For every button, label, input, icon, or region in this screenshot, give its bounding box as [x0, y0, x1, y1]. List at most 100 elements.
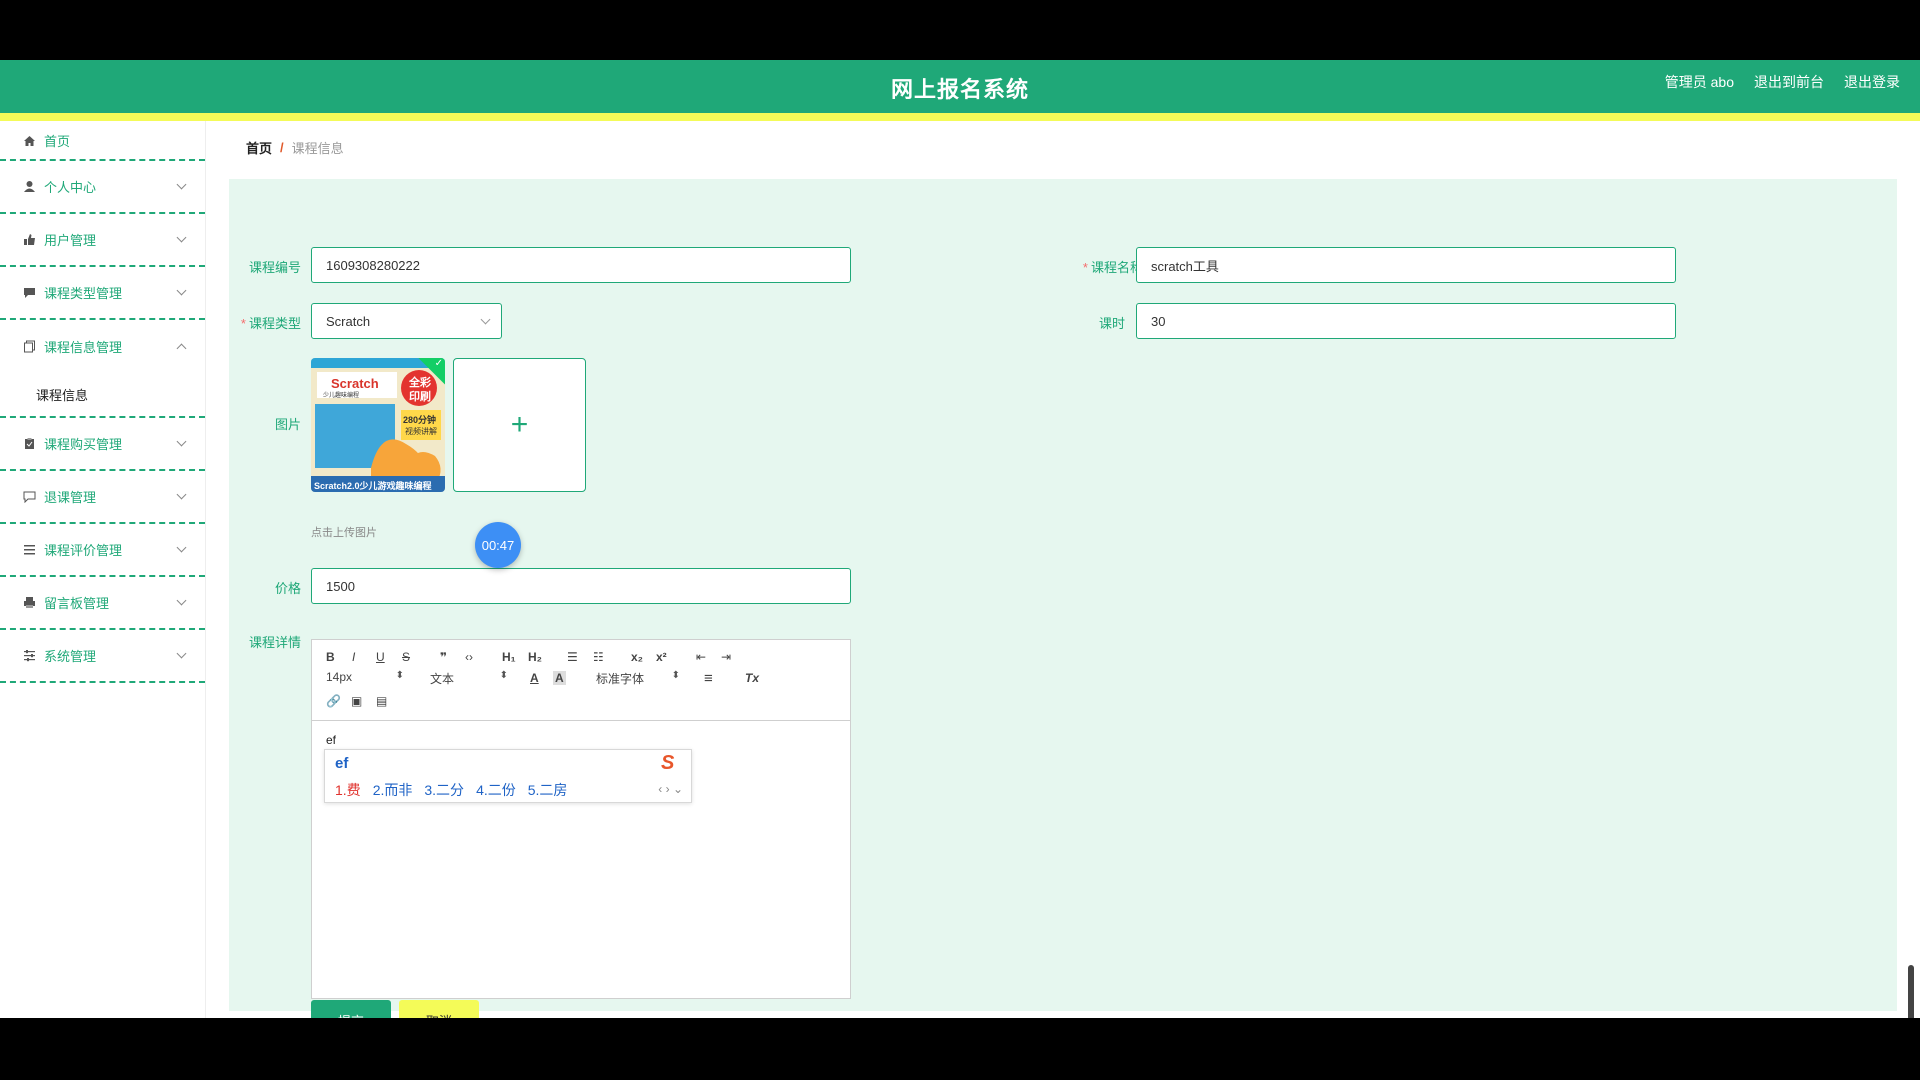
list-icon: [22, 543, 36, 557]
editor-toolbar: B I U S ❞ ‹› H₁ H₂ ☰ ☷ x₂ x² ⇤ ⇥ 14px ⬍: [312, 640, 850, 721]
image-icon[interactable]: ▣: [351, 694, 362, 708]
chevron-down-icon: [176, 595, 187, 605]
sidebar-item-label: 留言板管理: [44, 596, 110, 611]
home-icon: [22, 133, 36, 147]
thumbs-up-icon: [22, 233, 36, 247]
ime-candidate-window[interactable]: ef S 1.费 2.而非 3.二分 4.二份 5.二房 ‹ › ⌄: [324, 749, 692, 803]
copy-icon: [22, 340, 36, 354]
link-icon[interactable]: 🔗: [326, 694, 341, 708]
bold-button[interactable]: B: [326, 650, 335, 664]
detail-label: 课程详情: [248, 635, 301, 650]
code-button[interactable]: ‹›: [465, 650, 473, 664]
header-accent-strip: [0, 113, 1920, 121]
outdent-button[interactable]: ⇤: [696, 650, 706, 664]
typed-text: ef: [326, 733, 337, 747]
select-arrows-icon: ⬍: [499, 670, 508, 681]
chevron-down-icon: [176, 179, 187, 189]
sidebar-item-user-management[interactable]: 用户管理: [0, 214, 205, 267]
app-window: 网上报名系统 管理员 abo 退出到前台 退出登录 首页 个人中心 用户管理 课…: [0, 60, 1920, 1018]
sidebar-item-home[interactable]: 首页: [0, 121, 205, 161]
upload-hint: 点击上传图片: [311, 527, 377, 539]
sidebar-item-label: 课程类型管理: [44, 286, 123, 301]
editor-content[interactable]: ef ef S 1.费 2.而非 3.二分 4.二份 5.二房 ‹ › ⌄: [312, 721, 850, 998]
sidebar-subitem-course-info[interactable]: 课程信息: [0, 373, 205, 418]
blockquote-button[interactable]: ❞: [440, 650, 447, 664]
select-arrows-icon: ⬍: [395, 670, 404, 681]
page-scrollbar[interactable]: [1908, 965, 1914, 1018]
clipboard-icon: [22, 437, 36, 451]
h2-button[interactable]: H₂: [528, 650, 542, 664]
sidebar-item-course-purchase-management[interactable]: 课程购买管理: [0, 418, 205, 471]
exit-to-frontend-link[interactable]: 退出到前台: [1754, 72, 1824, 92]
thumb-minutes: 280分钟: [403, 415, 437, 425]
chevron-down-icon: [176, 648, 187, 658]
ordered-list-button[interactable]: ☰: [567, 650, 578, 664]
app-title: 网上报名系统: [890, 77, 1029, 102]
sidebar-item-label: 退课管理: [44, 490, 97, 505]
italic-button[interactable]: I: [352, 650, 355, 664]
ime-page-nav[interactable]: ‹ › ⌄: [658, 782, 683, 796]
chevron-down-icon: [176, 436, 187, 446]
bullet-list-button[interactable]: ☷: [593, 650, 604, 664]
sidebar-item-label: 用户管理: [44, 233, 97, 248]
thumb-badge-2: 印刷: [409, 391, 431, 403]
ime-candidate[interactable]: 1.费: [335, 780, 361, 800]
breadcrumb-home[interactable]: 首页: [246, 138, 272, 157]
underline-button[interactable]: U: [376, 650, 385, 664]
price-label: 价格: [274, 581, 301, 596]
upload-image-button[interactable]: +: [453, 358, 586, 492]
chat-icon: [22, 286, 36, 300]
video-icon[interactable]: ▤: [376, 694, 387, 708]
sidebar-item-system-management[interactable]: 系统管理: [0, 630, 205, 683]
logout-link[interactable]: 退出登录: [1844, 72, 1900, 92]
align-button[interactable]: ≡: [704, 670, 713, 687]
sidebar-item-withdraw-management[interactable]: 退课管理: [0, 471, 205, 524]
breadcrumb-current: 课程信息: [291, 140, 344, 156]
chevron-down-icon: [176, 489, 187, 499]
message-icon: [22, 490, 36, 504]
chevron-down-icon: [176, 232, 187, 242]
thumb-video: 视频讲解: [405, 427, 437, 436]
ime-pinyin: ef: [335, 755, 349, 772]
sidebar-item-course-info-management[interactable]: 课程信息管理: [0, 320, 205, 373]
sidebar-item-message-board-management[interactable]: 留言板管理: [0, 577, 205, 630]
admin-user-link[interactable]: 管理员 abo: [1665, 72, 1734, 92]
font-family-select[interactable]: 标准字体 ⬍: [596, 670, 680, 687]
breadcrumb-separator: /: [280, 139, 284, 155]
course-image-thumbnail[interactable]: Scratch 少儿趣味编程 全彩 印刷 280分钟 视频讲解 Scratch2…: [311, 358, 445, 492]
ime-candidate[interactable]: 3.二分: [424, 780, 464, 800]
sidebar-item-personal-center[interactable]: 个人中心: [0, 161, 205, 214]
sidebar-item-label: 个人中心: [44, 180, 97, 195]
price-input[interactable]: 1500: [311, 568, 851, 604]
sidebar-item-label: 课程信息管理: [44, 340, 123, 355]
sidebar-item-label: 首页: [44, 133, 71, 149]
submit-button[interactable]: 提交: [311, 1000, 391, 1018]
sliders-icon: [22, 649, 36, 663]
recording-timer[interactable]: 00:47: [475, 522, 521, 568]
select-arrows-icon: ⬍: [671, 670, 680, 681]
sidebar-item-course-review-management[interactable]: 课程评价管理: [0, 524, 205, 577]
ime-candidate[interactable]: 4.二份: [476, 780, 516, 800]
check-icon: ✓: [434, 358, 443, 369]
header-links: 管理员 abo 退出到前台 退出登录: [1665, 72, 1900, 92]
strike-button[interactable]: S: [402, 650, 410, 664]
h1-button[interactable]: H₁: [502, 650, 516, 664]
indent-button[interactable]: ⇥: [721, 650, 731, 664]
thumb-subtitle: 少儿趣味编程: [323, 393, 360, 399]
user-icon: [22, 180, 36, 194]
font-color-button[interactable]: A: [530, 671, 539, 685]
clear-format-button[interactable]: Tx: [745, 671, 759, 685]
superscript-button[interactable]: x²: [656, 650, 667, 664]
subscript-button[interactable]: x₂: [631, 650, 643, 664]
plus-icon: +: [510, 408, 529, 441]
font-size-select[interactable]: 14px ⬍: [326, 670, 404, 684]
ime-candidate[interactable]: 2.而非: [373, 780, 413, 800]
sidebar-item-course-type-management[interactable]: 课程类型管理: [0, 267, 205, 320]
cancel-button[interactable]: 取消: [399, 1000, 479, 1018]
breadcrumb: 首页 / 课程信息: [229, 121, 1897, 173]
background-color-button[interactable]: A: [553, 671, 566, 685]
text-style-select[interactable]: 文本 ⬍: [430, 670, 508, 687]
chevron-down-icon: [176, 285, 187, 295]
sidebar-item-label: 系统管理: [44, 649, 97, 664]
ime-candidate[interactable]: 5.二房: [528, 780, 568, 800]
